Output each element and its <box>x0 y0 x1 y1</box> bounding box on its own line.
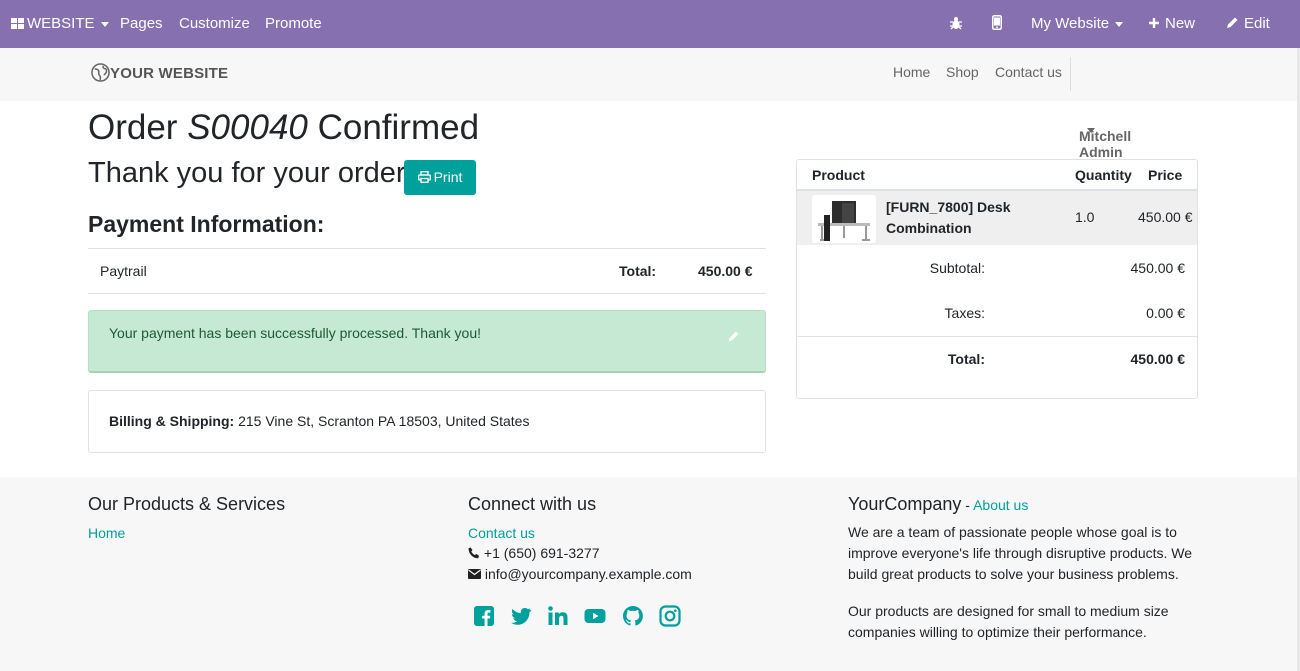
facebook-icon[interactable] <box>473 605 495 627</box>
product-name[interactable]: [FURN_7800] Desk Combination <box>886 197 1046 239</box>
subtotal-label: Subtotal: <box>929 260 985 276</box>
phone-icon <box>468 547 479 559</box>
subtotal-value: 450.00 € <box>1130 260 1186 276</box>
phone-number: +1 (650) 691-3277 <box>483 545 600 561</box>
about-paragraph-2: Our products are designed for small to m… <box>848 603 1169 640</box>
product-quantity: 1.0 <box>1075 209 1095 225</box>
footer-contact-link[interactable]: Contact us <box>468 525 535 541</box>
pencil-icon <box>1227 17 1238 28</box>
total-divider <box>797 336 1197 337</box>
envelope-icon <box>468 569 481 579</box>
col-quantity: Quantity <box>1075 167 1132 183</box>
website-menu-label: WEBSITE <box>27 15 95 32</box>
footer-home-link[interactable]: Home <box>88 525 125 541</box>
customize-menu[interactable]: Customize <box>179 0 250 48</box>
bug-icon <box>950 17 962 30</box>
debug-button[interactable] <box>949 0 963 48</box>
col-product: Product <box>812 167 865 183</box>
print-button[interactable]: Print <box>404 160 476 195</box>
caret-down-icon <box>1087 128 1095 133</box>
product-image[interactable] <box>812 195 876 243</box>
billing-shipping-box: Billing & Shipping: 215 Vine St, Scranto… <box>88 390 766 453</box>
total-label: Total: <box>947 351 985 367</box>
print-label: Print <box>433 169 463 185</box>
email-address: info@yourcompany.example.com <box>484 566 692 582</box>
thank-you-text: Thank you for your order. <box>88 157 412 189</box>
github-icon[interactable] <box>622 605 644 627</box>
caret-down-icon <box>1115 21 1124 27</box>
total-value: 450.00 € <box>1130 351 1186 367</box>
promote-menu[interactable]: Promote <box>265 0 322 48</box>
plus-icon <box>1149 18 1159 28</box>
product-price: 450.00 € <box>1138 209 1193 225</box>
taxes-label: Taxes: <box>944 305 985 321</box>
payment-success-alert: Your payment has been successfully proce… <box>88 310 766 373</box>
company-heading: YourCompany - About us <box>848 494 1028 515</box>
footer-phone: +1 (650) 691-3277 <box>468 543 599 564</box>
page-title: Order S00040 Confirmed <box>88 108 479 148</box>
my-website-menu[interactable]: My Website <box>1031 0 1124 48</box>
youtube-icon[interactable] <box>584 605 606 627</box>
payment-total-value: 450.00 € <box>698 263 753 279</box>
twitter-icon[interactable] <box>510 605 532 627</box>
company-name: YourCompany <box>848 494 962 514</box>
printer-icon <box>417 171 431 183</box>
nav-home[interactable]: Home <box>893 64 930 80</box>
footer-email: info@yourcompany.example.com <box>468 564 692 585</box>
billing-label: Billing & Shipping: <box>109 413 235 429</box>
order-number: S00040 <box>187 108 308 147</box>
pages-menu[interactable]: Pages <box>120 0 163 48</box>
cart-line: [FURN_7800] Desk Combination 1.0 450.00 … <box>797 191 1197 245</box>
desk-image <box>818 201 870 241</box>
new-button[interactable]: New <box>1148 0 1195 48</box>
billing-shipping-text: Billing & Shipping: 215 Vine St, Scranto… <box>109 413 529 429</box>
payment-total-label: Total: <box>619 263 657 279</box>
divider <box>88 248 766 249</box>
about-paragraph-1: We are a team of passionate people whose… <box>848 524 1193 582</box>
about-us-link[interactable]: About us <box>973 497 1028 513</box>
globe-icon <box>91 63 110 82</box>
instagram-icon[interactable] <box>659 605 681 627</box>
billing-address: 215 Vine St, Scranton PA 18503, United S… <box>238 413 530 429</box>
linkedin-icon[interactable] <box>547 605 569 627</box>
order-summary: Product Quantity Price [FURN_7800] Desk … <box>796 159 1198 399</box>
edit-button[interactable]: Edit <box>1226 0 1270 48</box>
payment-method: Paytrail <box>100 263 147 279</box>
taxes-value: 0.00 € <box>1146 305 1185 321</box>
logo-text: YOUR WEBSITE <box>110 65 229 82</box>
divider <box>88 293 766 294</box>
site-logo[interactable]: YOUR WEBSITE <box>91 63 228 85</box>
admin-bar: WEBSITE Pages Customize Promote My Websi… <box>0 0 1300 48</box>
title-prefix: Order <box>88 108 188 147</box>
products-heading: Our Products & Services <box>88 494 286 514</box>
mobile-icon <box>992 15 1002 30</box>
company-separator: - <box>961 497 974 513</box>
nav-shop[interactable]: Shop <box>946 64 979 80</box>
pencil-icon[interactable] <box>727 329 741 343</box>
grid-icon <box>11 18 24 29</box>
website-menu[interactable]: WEBSITE <box>11 0 109 48</box>
edit-label: Edit <box>1244 15 1270 32</box>
mobile-preview-button[interactable] <box>992 0 1002 48</box>
title-suffix: Confirmed <box>307 108 480 147</box>
new-label: New <box>1165 15 1196 32</box>
nav-contact-us[interactable]: Contact us <box>995 64 1062 80</box>
connect-heading: Connect with us <box>468 494 597 514</box>
payment-heading: Payment Information: <box>88 211 325 237</box>
my-website-label: My Website <box>1031 15 1110 32</box>
nav-divider <box>1070 57 1071 91</box>
success-message: Your payment has been successfully proce… <box>109 325 481 341</box>
col-price: Price <box>1148 167 1183 183</box>
caret-down-icon <box>100 21 109 27</box>
